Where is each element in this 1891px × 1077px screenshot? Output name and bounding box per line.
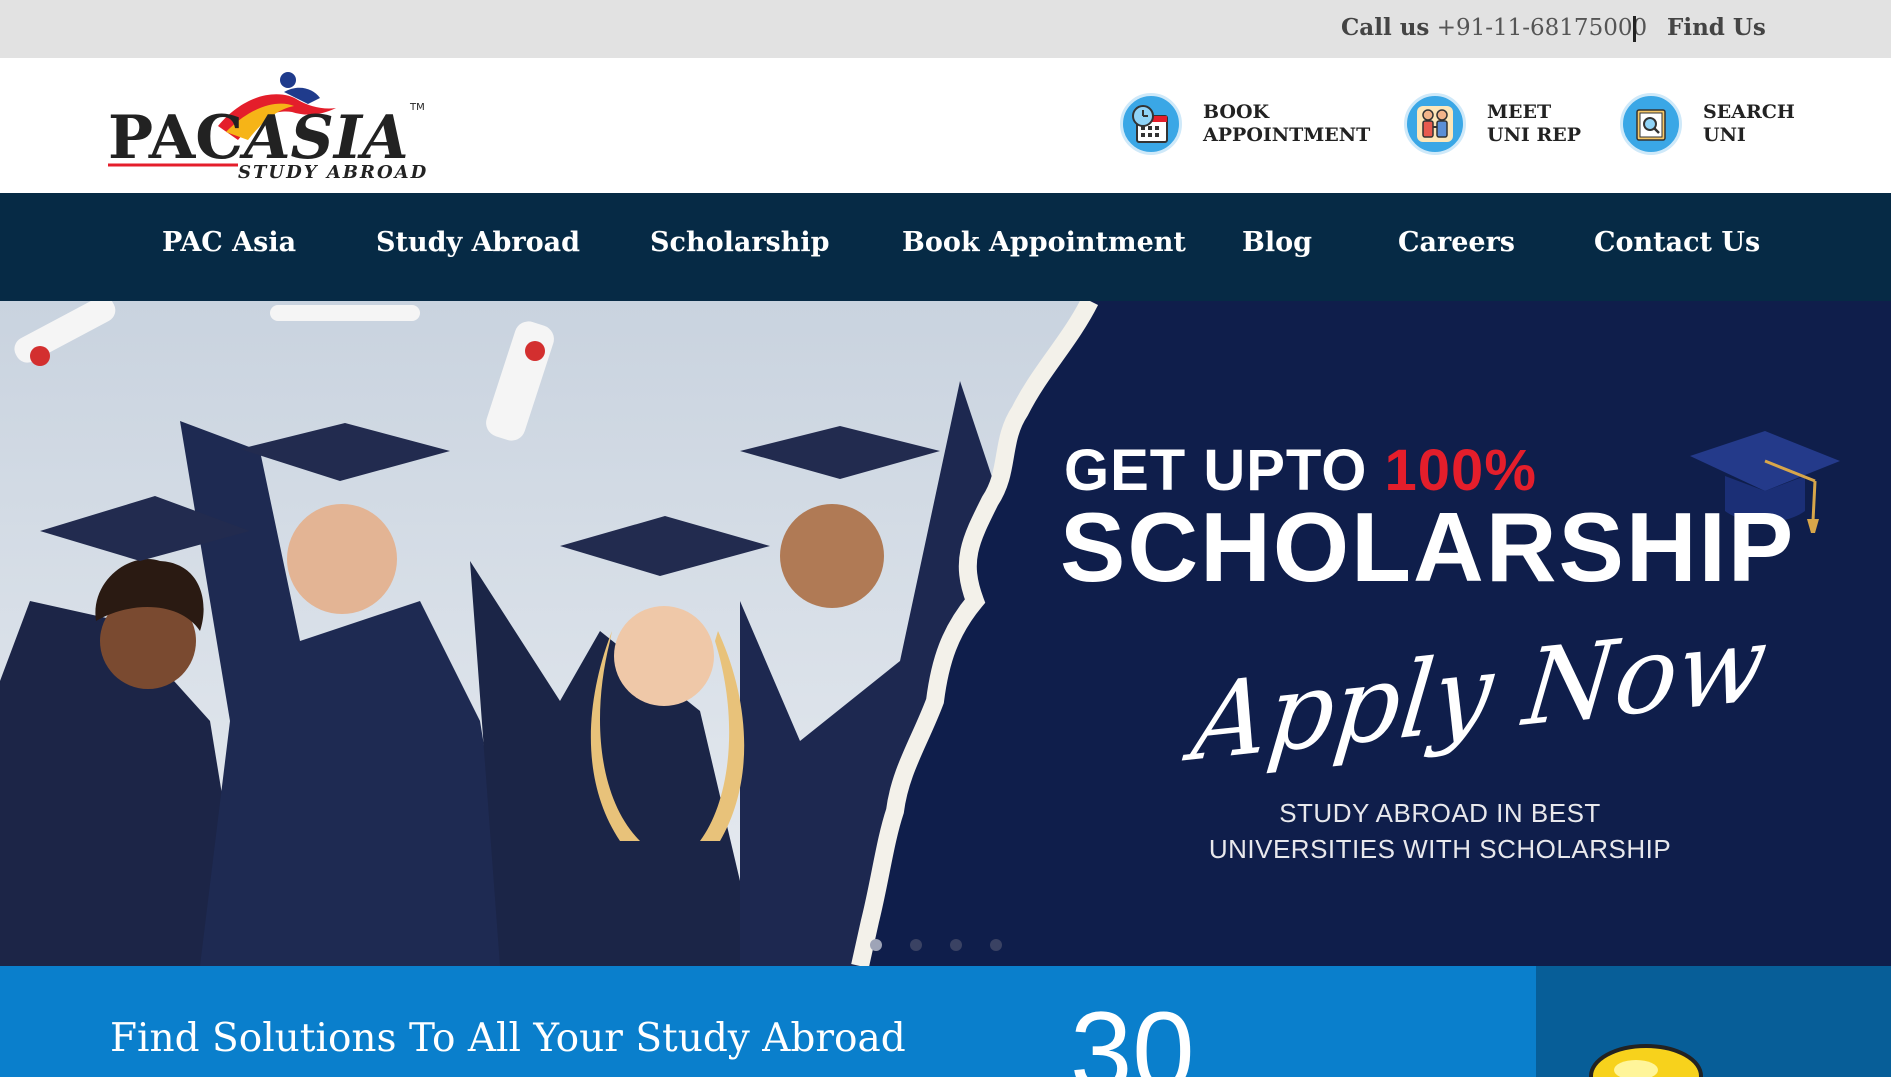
- nav-item-study-abroad[interactable]: Study Abroad: [376, 227, 580, 258]
- meet-label-2: UNI REP: [1487, 124, 1581, 146]
- meet-uni-rep-link[interactable]: MEET UNI REP: [1404, 90, 1581, 158]
- nav-item-blog[interactable]: Blog: [1242, 227, 1312, 258]
- phone-number[interactable]: +91-11-68175000: [1437, 15, 1647, 41]
- logo-tagline: STUDY ABROAD: [238, 162, 428, 182]
- nav-item-pac-asia[interactable]: PAC Asia: [162, 227, 296, 258]
- hero-apply-now[interactable]: Apply Now: [1187, 601, 1773, 785]
- top-bar: Call us +91-11-68175000 Find Us: [0, 0, 1891, 58]
- hero-subtitle-line2: UNIVERSITIES WITH SCHOLARSHIP: [1208, 834, 1672, 864]
- call-us-label: Call us: [1341, 14, 1430, 41]
- slider-dot-3[interactable]: [950, 939, 962, 951]
- calendar-clock-icon: [1120, 93, 1182, 155]
- search-label-2: UNI: [1703, 124, 1746, 146]
- site-header: PAC ASIA STUDY ABROAD TM BOOK APPOINTMEN…: [0, 58, 1891, 193]
- book-label-1: BOOK: [1203, 101, 1270, 123]
- topbar-divider: [1633, 16, 1636, 42]
- graduates-photo: [0, 301, 1100, 966]
- slider-dot-4[interactable]: [990, 939, 1002, 951]
- hero-subtitle: STUDY ABROAD IN BEST UNIVERSITIES WITH S…: [1200, 795, 1680, 867]
- strip-side-panel: [1536, 966, 1891, 1077]
- search-book-icon: [1620, 93, 1682, 155]
- nav-item-careers[interactable]: Careers: [1398, 227, 1515, 258]
- nav-item-contact-us[interactable]: Contact Us: [1594, 227, 1760, 258]
- logo-text-pac: PAC: [108, 103, 243, 173]
- meet-label-1: MEET: [1487, 101, 1552, 123]
- call-us[interactable]: Call us +91-11-68175000: [1341, 14, 1647, 41]
- search-uni-link[interactable]: SEARCH UNI: [1620, 90, 1795, 158]
- solutions-heading: Find Solutions To All Your Study Abroad: [110, 1016, 906, 1061]
- slider-dot-1[interactable]: [870, 939, 882, 951]
- solutions-strip: Find Solutions To All Your Study Abroad …: [0, 966, 1891, 1077]
- find-us-link[interactable]: Find Us: [1667, 14, 1766, 41]
- book-label-2: APPOINTMENT: [1203, 124, 1371, 146]
- pacasia-logo[interactable]: PAC ASIA STUDY ABROAD TM: [108, 70, 428, 182]
- book-appointment-link[interactable]: BOOK APPOINTMENT: [1120, 90, 1370, 158]
- hero-slider[interactable]: GET UPTO 100% SCHOLARSHIP Apply Now STUD…: [0, 301, 1891, 966]
- hero-scholarship-title: SCHOLARSHIP: [1060, 492, 1796, 602]
- slider-dots: [870, 939, 1002, 951]
- logo-trademark: TM: [409, 102, 425, 113]
- coins-icon: [1589, 1044, 1703, 1077]
- main-nav: PAC Asia Study Abroad Scholarship Book A…: [0, 193, 1891, 301]
- slider-dot-2[interactable]: [910, 939, 922, 951]
- stats-counter: 30: [1070, 989, 1195, 1077]
- search-label-1: SEARCH: [1703, 101, 1795, 123]
- nav-item-scholarship[interactable]: Scholarship: [650, 227, 830, 258]
- hero-subtitle-line1: STUDY ABROAD IN BEST: [1279, 798, 1601, 828]
- nav-item-book-appointment[interactable]: Book Appointment: [902, 227, 1186, 258]
- meeting-people-icon: [1404, 93, 1466, 155]
